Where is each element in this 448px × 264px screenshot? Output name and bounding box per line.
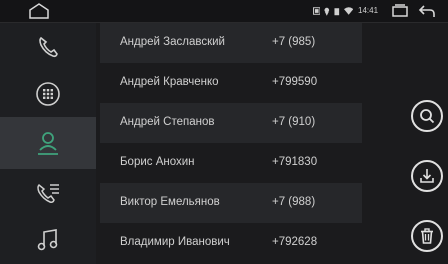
contact-list: Андрей Заславский +7 (985) Андрей Кравче… <box>100 23 362 264</box>
battery-icon <box>334 7 340 15</box>
sidebar-item-dialpad[interactable] <box>0 70 96 117</box>
phone-handset-icon <box>39 36 58 57</box>
sidebar <box>0 23 96 264</box>
download-icon <box>420 169 434 183</box>
contact-name: Борис Анохин <box>120 156 195 168</box>
status-indicators <box>313 6 353 16</box>
contact-name: Владимир Иванович <box>120 236 230 248</box>
sidebar-item-phone[interactable] <box>0 23 96 70</box>
home-icon[interactable] <box>28 3 50 19</box>
contact-phone: +792628 <box>272 236 318 248</box>
contact-phone: +7 (985) <box>272 36 316 48</box>
sidebar-item-music[interactable] <box>0 216 96 263</box>
location-icon <box>324 7 330 16</box>
contact-phone: +799590 <box>272 76 318 88</box>
status-bar: 14:41 <box>0 0 448 23</box>
list-item[interactable]: Владимир Иванович +792628 <box>100 223 362 263</box>
list-item[interactable]: Андрей Заславский +7 (985) <box>100 23 362 63</box>
list-item[interactable]: Андрей Кравченко +799590 <box>100 63 362 103</box>
wifi-icon <box>343 7 353 15</box>
contact-name: Андрей Степанов <box>120 116 215 128</box>
contact-phone: +7 (988) <box>272 196 316 208</box>
back-icon[interactable] <box>418 4 436 18</box>
trash-icon <box>421 228 433 244</box>
contacts-icon <box>38 132 58 155</box>
call-log-icon <box>37 183 59 203</box>
contact-name: Виктор Емельянов <box>120 196 220 208</box>
dialpad-icon <box>36 81 60 106</box>
contact-phone: +7 (910) <box>272 116 316 128</box>
music-icon <box>37 228 58 250</box>
list-item[interactable]: Борис Анохин +791830 <box>100 143 362 183</box>
contact-name: Андрей Заславский <box>120 36 225 48</box>
clock: 14:41 <box>358 6 379 15</box>
download-button[interactable] <box>411 160 443 192</box>
list-item[interactable]: Андрей Степанов +7 (910) <box>100 103 362 143</box>
sidebar-item-contacts[interactable] <box>0 117 96 169</box>
recent-apps-icon[interactable] <box>392 4 408 18</box>
bluetooth-icon <box>313 7 321 15</box>
list-item[interactable]: Виктор Емельянов +7 (988) <box>100 183 362 223</box>
sidebar-item-call-log[interactable] <box>0 169 96 216</box>
delete-button[interactable] <box>411 220 443 252</box>
search-icon <box>420 109 435 124</box>
contact-name: Андрей Кравченко <box>120 76 219 88</box>
search-button[interactable] <box>411 100 443 132</box>
contact-phone: +791830 <box>272 156 318 168</box>
